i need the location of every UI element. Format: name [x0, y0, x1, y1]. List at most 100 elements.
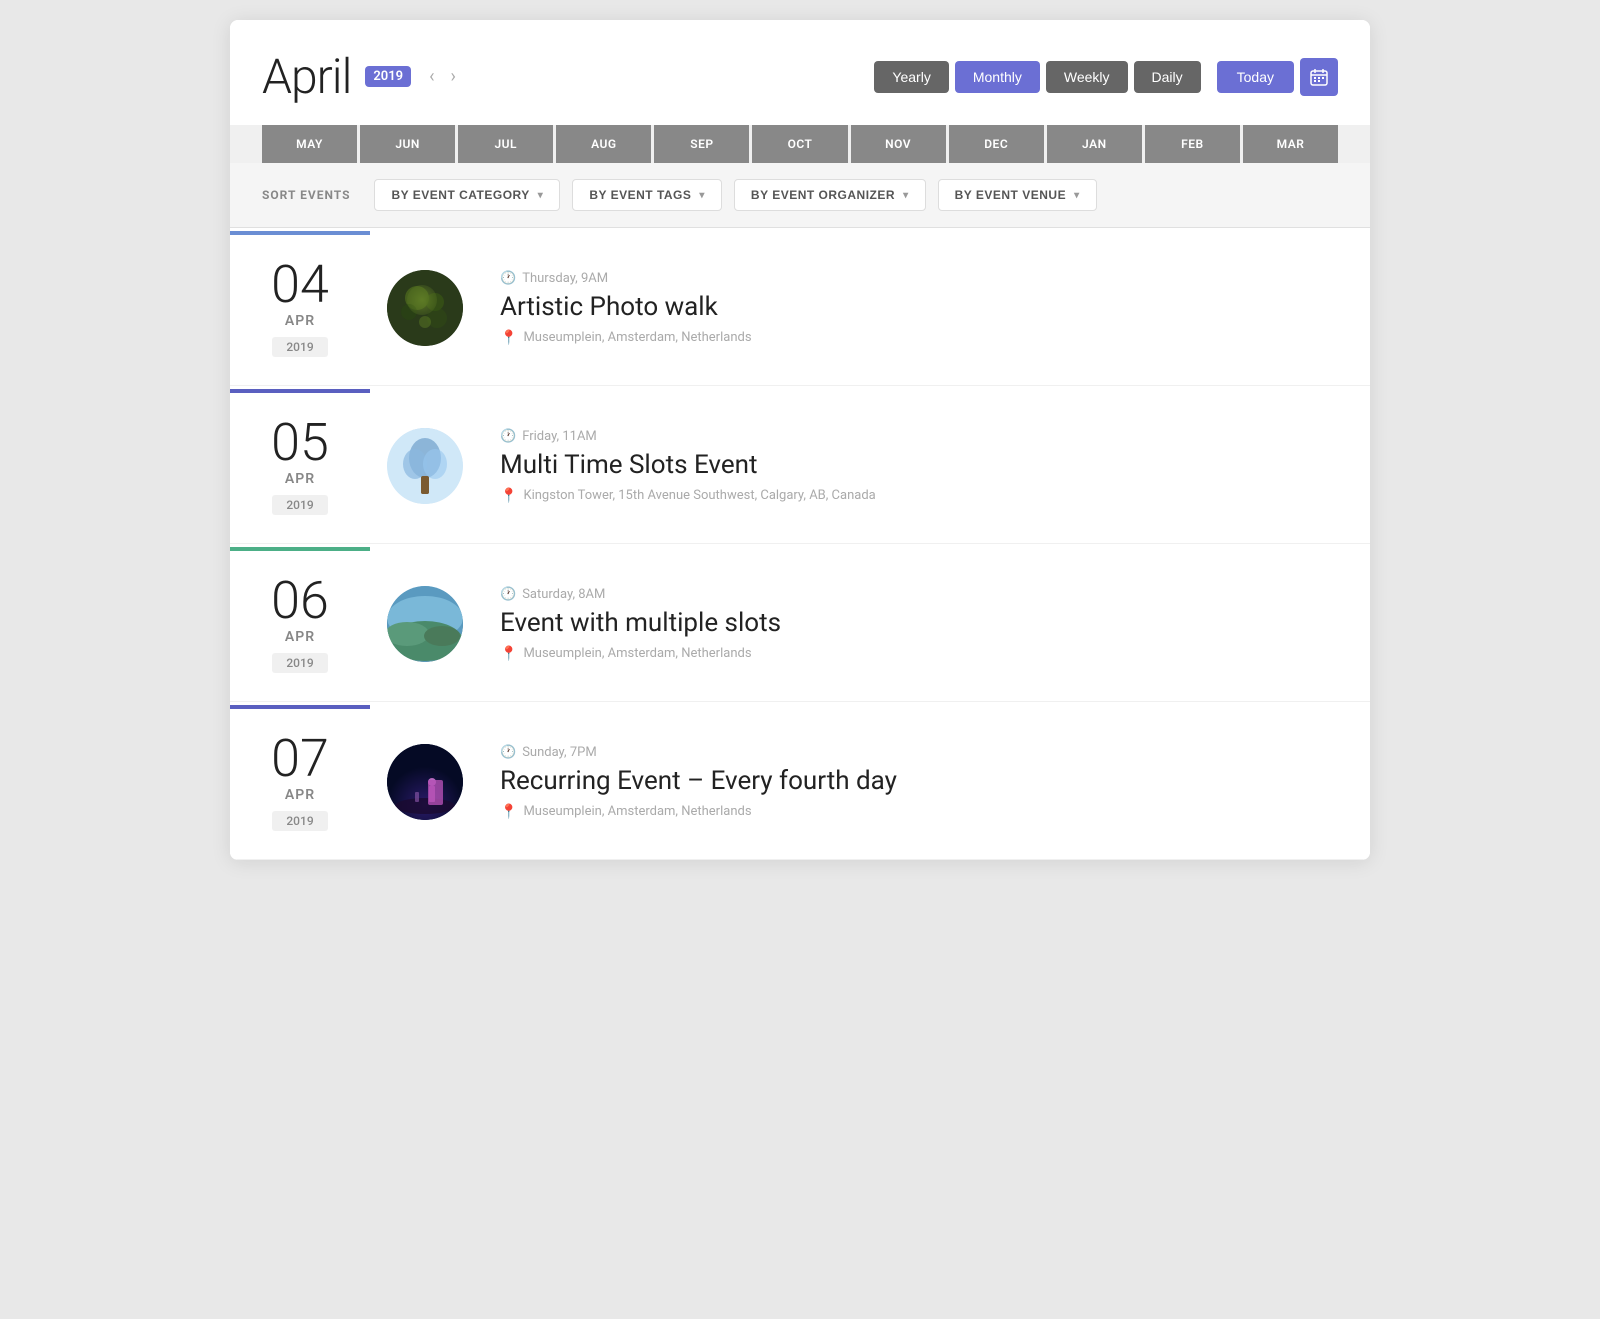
filter-by-tags[interactable]: BY EVENT TAGS ▾	[572, 179, 722, 211]
chevron-down-icon: ▾	[1074, 190, 1080, 201]
clock-icon: 🕐	[500, 587, 516, 602]
concert-image	[387, 744, 463, 820]
month-tab-aug[interactable]: AUG	[556, 125, 651, 163]
event-location-text: Museumplein, Amsterdam, Netherlands	[523, 804, 751, 819]
chevron-down-icon: ▾	[903, 190, 909, 201]
chevron-down-icon: ▾	[538, 190, 544, 201]
event-title[interactable]: Multi Time Slots Event	[500, 450, 1350, 480]
event-month: APR	[285, 471, 315, 487]
nav-arrows: ‹ ›	[425, 62, 460, 91]
month-tab-jan[interactable]: JAN	[1047, 125, 1142, 163]
events-list: 04 APR 2019 🕐	[230, 228, 1370, 860]
event-location-text: Museumplein, Amsterdam, Netherlands	[523, 330, 751, 345]
event-location-text: Museumplein, Amsterdam, Netherlands	[523, 646, 751, 661]
month-tab-mar[interactable]: MAR	[1243, 125, 1338, 163]
event-location: 📍 Museumplein, Amsterdam, Netherlands	[500, 646, 1350, 662]
view-weekly[interactable]: Weekly	[1046, 61, 1128, 93]
event-month: APR	[285, 313, 315, 329]
event-title[interactable]: Artistic Photo walk	[500, 292, 1350, 322]
filter-tags-label: BY EVENT TAGS	[589, 188, 691, 202]
header-left: April 2019 ‹ ›	[262, 48, 460, 105]
month-tab-feb[interactable]: FEB	[1145, 125, 1240, 163]
filter-by-organizer[interactable]: BY EVENT ORGANIZER ▾	[734, 179, 926, 211]
filter-bar: SORT EVENTS BY EVENT CATEGORY ▾ BY EVENT…	[230, 163, 1370, 228]
event-year: 2019	[272, 337, 327, 357]
header-right: Yearly Monthly Weekly Daily Today	[874, 58, 1338, 96]
event-time-text: Sunday, 7PM	[522, 745, 596, 760]
event-time: 🕐 Friday, 11AM	[500, 429, 1350, 444]
event-location: 📍 Kingston Tower, 15th Avenue Southwest,…	[500, 488, 1350, 504]
month-tab-oct[interactable]: OCT	[752, 125, 847, 163]
pin-icon: 📍	[500, 804, 517, 820]
month-nav: MAY JUN JUL AUG SEP OCT NOV DEC JAN FEB …	[230, 125, 1370, 163]
filter-category-label: BY EVENT CATEGORY	[391, 188, 529, 202]
event-row[interactable]: 05 APR 2019 🕐	[230, 386, 1370, 544]
month-title: April	[262, 48, 351, 105]
event-row[interactable]: 07 APR 2019	[230, 702, 1370, 860]
clock-icon: 🕐	[500, 271, 516, 286]
event-location-text: Kingston Tower, 15th Avenue Southwest, C…	[523, 488, 875, 503]
pin-icon: 📍	[500, 646, 517, 662]
header: April 2019 ‹ › Yearly Monthly Weekly Dai…	[230, 20, 1370, 105]
event-details: 🕐 Thursday, 9AM Artistic Photo walk 📍 Mu…	[480, 231, 1370, 385]
today-button[interactable]: Today	[1217, 61, 1294, 93]
prev-arrow[interactable]: ‹	[425, 62, 438, 91]
event-title[interactable]: Recurring Event – Every fourth day	[500, 766, 1350, 796]
event-time-text: Saturday, 8AM	[522, 587, 605, 602]
event-thumbnail	[387, 428, 463, 504]
event-image-col	[370, 547, 480, 701]
month-tab-nov[interactable]: NOV	[851, 125, 946, 163]
view-yearly[interactable]: Yearly	[874, 61, 948, 93]
event-thumbnail	[387, 270, 463, 346]
month-tab-jun[interactable]: JUN	[360, 125, 455, 163]
month-tab-sep[interactable]: SEP	[654, 125, 749, 163]
event-month: APR	[285, 629, 315, 645]
event-details: 🕐 Friday, 11AM Multi Time Slots Event 📍 …	[480, 389, 1370, 543]
event-thumbnail	[387, 744, 463, 820]
event-row[interactable]: 06 APR 2019 🕐 Saturda	[230, 544, 1370, 702]
event-date-col: 06 APR 2019	[230, 547, 370, 701]
next-arrow[interactable]: ›	[446, 62, 459, 91]
event-day: 05	[271, 417, 329, 469]
event-title[interactable]: Event with multiple slots	[500, 608, 1350, 638]
month-tab-jul[interactable]: JUL	[458, 125, 553, 163]
event-day: 04	[271, 259, 329, 311]
event-day: 07	[271, 733, 329, 785]
calendar-icon-button[interactable]	[1300, 58, 1338, 96]
bokeh-image	[387, 270, 463, 346]
event-time-text: Friday, 11AM	[522, 429, 597, 444]
view-daily[interactable]: Daily	[1134, 61, 1201, 93]
event-time: 🕐 Sunday, 7PM	[500, 745, 1350, 760]
event-date-col: 05 APR 2019	[230, 389, 370, 543]
clock-icon: 🕐	[500, 745, 516, 760]
event-row[interactable]: 04 APR 2019 🕐	[230, 228, 1370, 386]
event-month: APR	[285, 787, 315, 803]
month-tab-dec[interactable]: DEC	[949, 125, 1044, 163]
sort-label: SORT EVENTS	[262, 188, 350, 202]
filter-organizer-label: BY EVENT ORGANIZER	[751, 188, 895, 202]
event-image-col	[370, 389, 480, 543]
pin-icon: 📍	[500, 488, 517, 504]
landscape-image	[387, 586, 463, 662]
filter-by-category[interactable]: BY EVENT CATEGORY ▾	[374, 179, 560, 211]
event-day: 06	[271, 575, 329, 627]
filter-by-venue[interactable]: BY EVENT VENUE ▾	[938, 179, 1097, 211]
year-badge: 2019	[365, 66, 411, 87]
filter-venue-label: BY EVENT VENUE	[955, 188, 1066, 202]
view-monthly[interactable]: Monthly	[955, 61, 1040, 93]
event-location: 📍 Museumplein, Amsterdam, Netherlands	[500, 330, 1350, 346]
event-time-text: Thursday, 9AM	[522, 271, 608, 286]
event-year: 2019	[272, 495, 327, 515]
pin-icon: 📍	[500, 330, 517, 346]
event-year: 2019	[272, 653, 327, 673]
event-location: 📍 Museumplein, Amsterdam, Netherlands	[500, 804, 1350, 820]
event-date-col: 04 APR 2019	[230, 231, 370, 385]
event-time: 🕐 Thursday, 9AM	[500, 271, 1350, 286]
clock-icon: 🕐	[500, 429, 516, 444]
calendar-container: April 2019 ‹ › Yearly Monthly Weekly Dai…	[230, 20, 1370, 860]
tree-image	[387, 428, 463, 504]
event-thumbnail	[387, 586, 463, 662]
event-details: 🕐 Sunday, 7PM Recurring Event – Every fo…	[480, 705, 1370, 859]
month-tab-may[interactable]: MAY	[262, 125, 357, 163]
calendar-icon	[1310, 68, 1328, 86]
